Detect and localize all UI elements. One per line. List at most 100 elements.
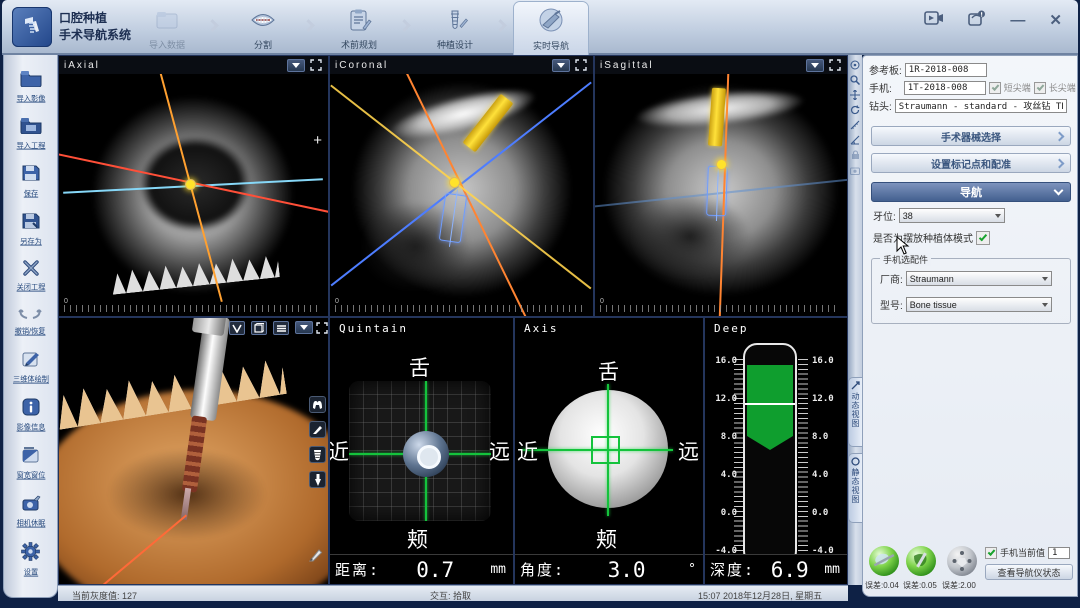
capture-export-icon[interactable] [968,10,986,31]
reference-plate-label: 参考板: [869,62,902,77]
chevron-separator-icon [398,19,411,32]
chevron-separator-icon [494,19,507,32]
gear-icon [21,542,40,566]
show-implant-icon[interactable] [309,446,326,463]
angle-unit: ° [688,562,696,577]
sidebar-item-window-level[interactable]: 窗宽窗位 [15,446,47,481]
step-segmentation[interactable]: 分割 [226,5,300,53]
minimize-button[interactable]: — [1010,12,1025,30]
sidebar-item-save-as[interactable]: 另存为 [19,212,43,247]
chevron-separator-icon [302,19,315,32]
sidebar-item-undo-redo[interactable]: 撤销/恢复 [13,306,47,337]
target-point [450,178,459,187]
viewport-coronal-header: iCoronal [330,56,593,74]
implant-design-icon [442,8,468,37]
deep-tick-label: 4.0 [707,470,737,480]
record-video-icon[interactable] [924,11,944,30]
handpiece-current-input[interactable] [1048,547,1070,559]
deep-tick-label: 16.0 [707,356,737,366]
target-point [717,160,726,169]
viewport-menu-icon[interactable] [552,59,570,72]
viewport-coronal[interactable]: iCoronal 0 [329,55,594,317]
viewport-menu-icon[interactable] [806,59,824,72]
sidebar-item-camera-sleep[interactable]: 相机休眠 [15,494,47,529]
placement-mode-checkbox[interactable] [976,231,990,245]
sidebar-item-image-info[interactable]: 影像信息 [15,398,47,433]
chevron-down-icon [1054,186,1064,196]
navigation-section-header[interactable]: 导航 [871,182,1071,202]
panel-axis: Axis 舌 近 远 颊 角度: 3.0 ° [514,317,704,585]
step-realtime-navigation[interactable]: 实时导航 [514,2,588,55]
sidebar-item-close-project[interactable]: 关闭工程 [15,260,47,293]
window-level-icon [21,446,41,469]
import-data-icon [154,8,180,37]
model-select[interactable]: Bone tissue [906,297,1052,312]
quintain-grid [349,381,491,521]
pan-handle-icon[interactable]: + [313,132,322,149]
sidebar-item-save[interactable]: 保存 [22,164,40,199]
lock-icon[interactable] [849,149,861,161]
angle-icon[interactable] [849,134,861,146]
folder-import-icon [20,70,42,92]
rotate-icon[interactable] [849,104,861,116]
accessories-group-label: 手机选配件 [880,253,931,266]
vendor-label: 厂商: [880,271,903,286]
zoom-icon[interactable] [849,74,861,86]
close-button[interactable]: ✕ [1049,12,1062,30]
orientation-widget-icon[interactable] [229,321,245,335]
direction-label-distal: 远 [489,436,510,466]
drill-input[interactable] [895,99,1067,113]
show-teeth-icon[interactable] [309,396,326,413]
sidebar-item-volume-render[interactable]: 三维体绘制 [11,350,51,385]
dynamic-view-icon [851,381,860,390]
static-view-icon [851,457,860,466]
viewport-expand-icon[interactable] [574,59,588,72]
instrument-select-button[interactable]: 手术器械选择 [871,126,1071,146]
viewport-expand-icon[interactable] [828,59,842,72]
viewport-menu-icon[interactable] [287,59,305,72]
ruler-zero-label: 0 [335,298,339,305]
step-import-data[interactable]: 导入数据 [130,5,204,53]
viewport-sagittal[interactable]: iSagittal 0 [594,55,848,317]
layers-icon[interactable] [273,321,289,335]
viewport-coronal-title: iCoronal [335,60,388,71]
depth-value: 6.9 [755,558,824,582]
handpiece-current-checkbox[interactable] [985,547,997,559]
step-preop-planning[interactable]: 术前规划 [322,5,396,53]
panel-quintain: Quintain 舌 近 远 颊 距离: 0.7 mm [329,317,514,585]
sidebar-item-settings[interactable]: 设置 [21,542,40,578]
pen-tool-icon[interactable] [307,546,324,563]
sidebar-item-import-project[interactable]: 导入工程 [15,117,47,151]
viewport-expand-icon[interactable] [309,59,323,72]
short-tip-checkbox[interactable] [989,82,1001,94]
viewport-axial[interactable]: iAxial + 0 [58,55,329,317]
folder-project-icon [20,117,42,139]
tooth-position-select[interactable]: 38 [899,208,1005,223]
handpiece-input[interactable] [904,81,986,95]
vendor-select[interactable]: Straumann [906,271,1052,286]
viewport-3d[interactable] [58,317,329,585]
snapshot-icon[interactable] [849,164,861,176]
direction-label-buccal: 颊 [407,524,428,554]
registration-button[interactable]: 设置标记点和配准 [871,153,1071,173]
position-sphere [403,431,449,477]
coronal-ct-canvas[interactable]: 0 [330,74,593,316]
sidebar-item-import-image[interactable]: 导入影像 [15,70,47,104]
viewport-menu-icon[interactable] [295,321,313,334]
target-icon[interactable] [849,59,861,71]
tab-dynamic-view[interactable]: 动态视图 [848,377,862,447]
pan-icon[interactable] [849,89,861,101]
tab-static-view[interactable]: 静态视图 [848,453,862,523]
show-blade-icon[interactable] [309,421,326,438]
step-implant-design[interactable]: 种植设计 [418,5,492,53]
viewport-expand-icon[interactable] [315,321,329,334]
reference-plate-input[interactable] [905,63,987,77]
target-point [186,180,195,189]
measure-icon[interactable] [849,119,861,131]
long-tip-checkbox[interactable] [1034,82,1046,94]
cube-view-icon[interactable] [251,321,267,335]
axial-ct-canvas[interactable]: + 0 [59,74,328,316]
show-bur-icon[interactable] [309,471,326,488]
navigator-status-button[interactable]: 查看导航仪状态 [985,564,1073,580]
sagittal-ct-canvas[interactable]: 0 [595,74,847,316]
